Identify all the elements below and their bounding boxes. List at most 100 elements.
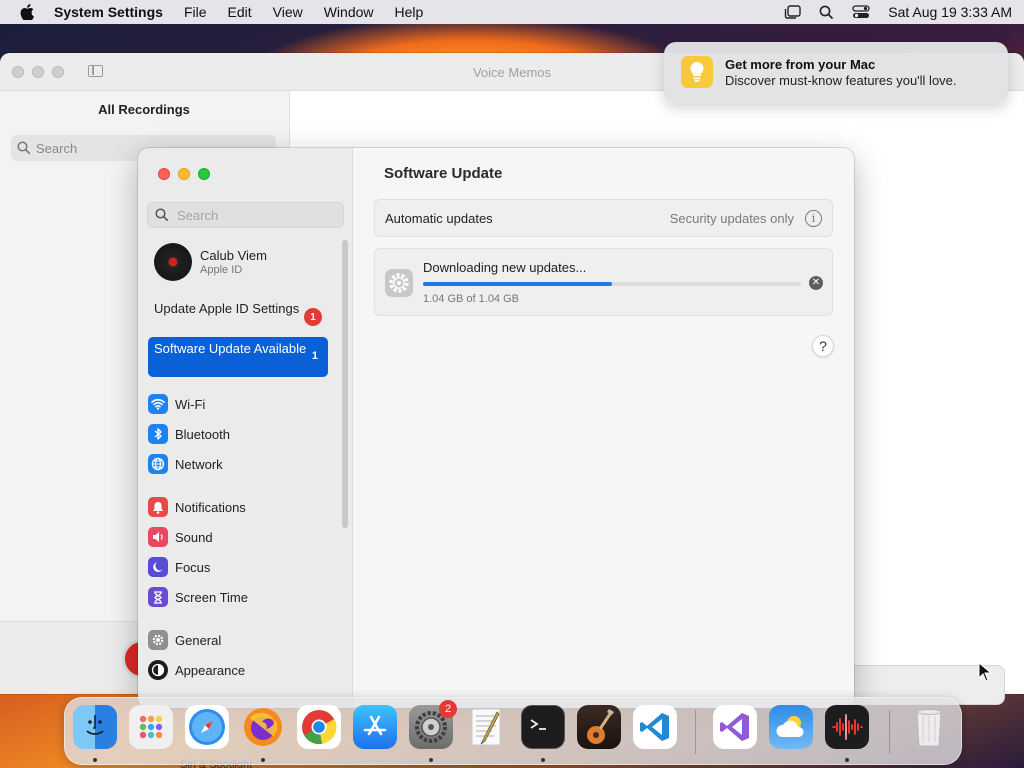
menu-view[interactable]: View: [273, 4, 303, 20]
recordings-heading: All Recordings: [98, 102, 190, 117]
system-settings-running-indicator: [429, 758, 433, 762]
sidebar-item-label: Sound: [175, 529, 213, 545]
help-button[interactable]: ?: [812, 335, 834, 357]
notification-title: Get more from your Mac: [725, 57, 876, 72]
appearance-icon: [148, 660, 168, 680]
sidebar-item-label: Notifications: [175, 499, 246, 515]
notification-body: Discover must-know features you'll love.: [725, 73, 957, 88]
download-progress-bar: [423, 282, 801, 286]
search-icon: [17, 141, 31, 155]
account-name: Calub Viem: [200, 248, 267, 263]
settings-search-placeholder: Search: [177, 207, 219, 223]
settings-content: Software Update Automatic updates Securi…: [354, 148, 854, 708]
voice-memos-search-placeholder: Search: [36, 140, 78, 156]
speaker-icon: [148, 527, 168, 547]
hourglass-icon: [148, 587, 168, 607]
menu-clock[interactable]: Sat Aug 19 3:33 AM: [888, 4, 1012, 20]
bluetooth-icon: [148, 424, 168, 444]
download-progress-fill: [423, 282, 612, 286]
software-update-gear-icon: [385, 269, 413, 297]
safari-icon[interactable]: [185, 705, 229, 749]
system-settings-window: Search Calub Viem Apple ID Update Apple …: [138, 148, 854, 708]
download-title: Downloading new updates...: [423, 260, 587, 275]
sidebar-item-label: Appearance: [175, 662, 246, 678]
apple-id-account[interactable]: Calub Viem Apple ID: [154, 243, 267, 281]
sidebar-item-label: Screen Time: [175, 589, 248, 605]
dock: 2: [64, 697, 962, 765]
info-icon[interactable]: i: [805, 210, 822, 227]
voice-memos-running-indicator: [845, 758, 849, 762]
automatic-updates-value: Security updates only: [669, 211, 794, 226]
automatic-updates-label: Automatic updates: [385, 211, 493, 226]
dock-separator: [695, 710, 696, 754]
voice-memos-icon[interactable]: [825, 705, 869, 749]
dock-separator: [889, 710, 890, 754]
menu-bar: System Settings File Edit View Window He…: [0, 0, 1024, 24]
menu-help[interactable]: Help: [395, 4, 424, 20]
sidebar-item-label: Focus: [175, 559, 211, 575]
sidebar-item-wifi[interactable]: Wi-Fi: [148, 394, 328, 414]
download-size: 1.04 GB of 1.04 GB: [423, 293, 520, 305]
sidebar-item-focus[interactable]: Focus: [148, 557, 328, 577]
mouse-cursor-icon: [978, 662, 992, 682]
control-center-icon[interactable]: [852, 5, 870, 19]
sidebar-scrollbar[interactable]: [342, 240, 348, 528]
search-icon: [155, 208, 169, 222]
globe-icon: [148, 454, 168, 474]
menu-edit[interactable]: Edit: [228, 4, 252, 20]
notification-banner[interactable]: Get more from your Mac Discover must-kno…: [664, 42, 1008, 104]
sidebar-item-screen-time[interactable]: Screen Time: [148, 587, 328, 607]
launchpad-icon[interactable]: [129, 705, 173, 749]
update-apple-id-settings[interactable]: Update Apple ID Settings: [154, 301, 314, 317]
apple-id-badge: 1: [304, 308, 322, 326]
settings-sidebar: Search Calub Viem Apple ID Update Apple …: [138, 148, 353, 708]
sidebar-item-label: Bluetooth: [175, 426, 230, 442]
zoom-button[interactable]: [198, 168, 210, 180]
sidebar-item-sound[interactable]: Sound: [148, 527, 328, 547]
download-status-card: Downloading new updates... ✕ 1.04 GB of …: [374, 248, 833, 316]
sidebar-item-label: Network: [175, 456, 223, 472]
sidebar-item-software-update[interactable]: Software Update Available 1: [148, 337, 328, 377]
account-subtitle: Apple ID: [200, 264, 243, 276]
bell-icon: [148, 497, 168, 517]
stage-manager-icon[interactable]: [784, 5, 801, 19]
visual-studio-icon[interactable]: [713, 705, 757, 749]
terminal-running-indicator: [541, 758, 545, 762]
app-store-icon[interactable]: [353, 705, 397, 749]
chrome-icon[interactable]: [297, 705, 341, 749]
page-title: Software Update: [384, 165, 503, 182]
firefox-running-indicator: [261, 758, 265, 762]
weather-icon[interactable]: [769, 705, 813, 749]
vscode-icon[interactable]: [633, 705, 677, 749]
automatic-updates-row: Automatic updates Security updates only …: [374, 199, 833, 237]
terminal-icon[interactable]: [521, 705, 565, 749]
avatar: [154, 243, 192, 281]
minimize-button[interactable]: [178, 168, 190, 180]
sidebar-item-bluetooth[interactable]: Bluetooth: [148, 424, 328, 444]
system-settings-badge: 2: [439, 700, 457, 718]
firefox-icon[interactable]: [241, 705, 285, 749]
cancel-download-icon[interactable]: ✕: [809, 276, 823, 290]
finder-running-indicator: [93, 758, 97, 762]
sidebar-item-notifications[interactable]: Notifications: [148, 497, 328, 517]
menu-app-name[interactable]: System Settings: [54, 4, 163, 20]
tips-lightbulb-icon: [681, 56, 713, 88]
apple-menu-icon[interactable]: [20, 4, 34, 20]
sidebar-item-general[interactable]: General: [148, 630, 328, 650]
sidebar-item-network[interactable]: Network: [148, 454, 328, 474]
gear-icon: [148, 630, 168, 650]
garageband-icon[interactable]: [577, 705, 621, 749]
software-update-label: Software Update Available: [154, 341, 307, 356]
sidebar-item-appearance[interactable]: Appearance: [148, 660, 328, 680]
settings-search-input[interactable]: Search: [147, 202, 344, 228]
close-button[interactable]: [158, 168, 170, 180]
sidebar-item-label: General: [175, 632, 222, 648]
textedit-icon[interactable]: [465, 705, 509, 749]
spotlight-search-icon[interactable]: [819, 5, 834, 20]
finder-icon[interactable]: [73, 705, 117, 749]
menu-file[interactable]: File: [184, 4, 207, 20]
settings-traffic-lights: [158, 168, 210, 180]
trash-icon[interactable]: [907, 705, 951, 749]
menu-window[interactable]: Window: [324, 4, 374, 20]
software-update-badge: 1: [311, 350, 318, 362]
